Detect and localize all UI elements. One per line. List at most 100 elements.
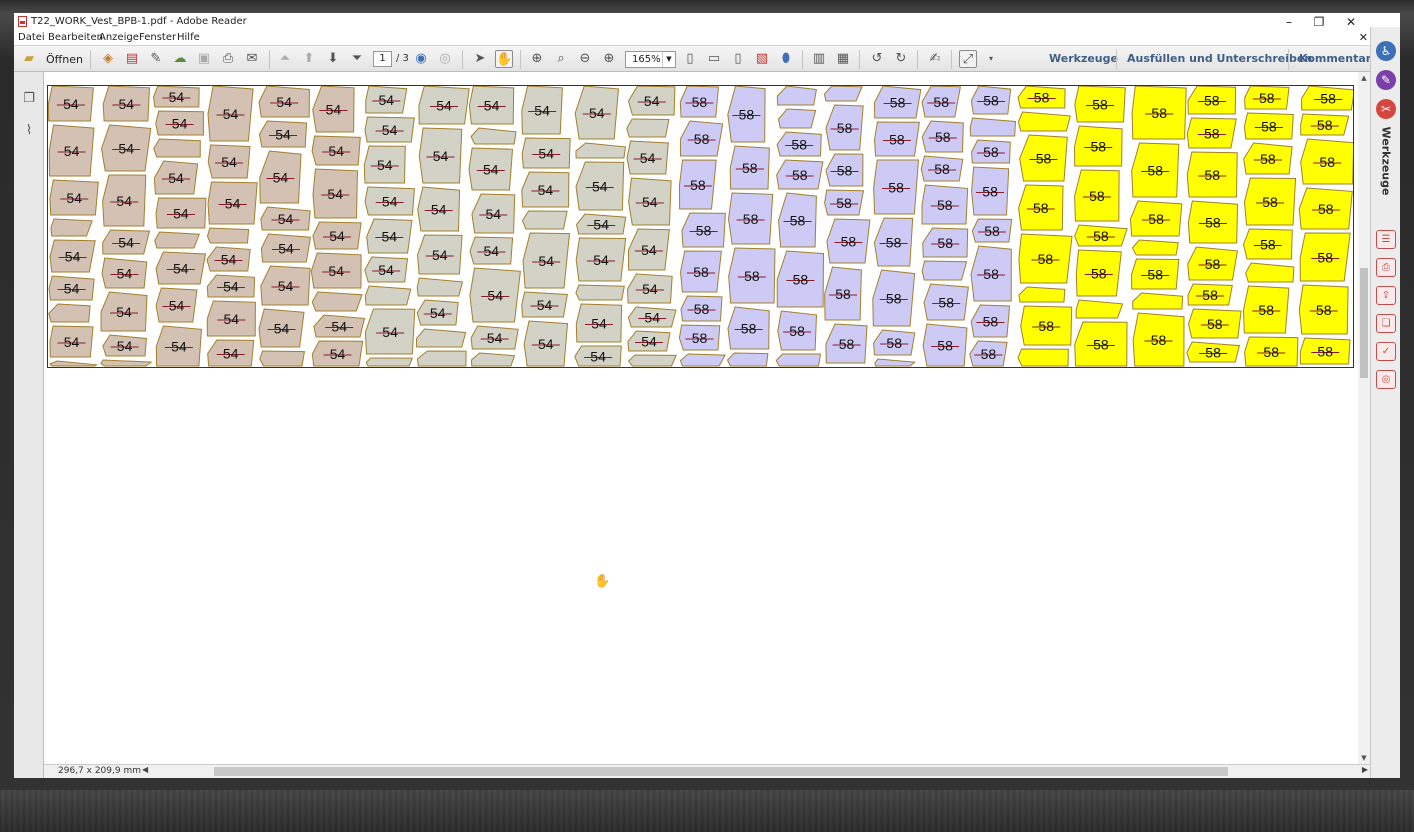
- size-label: 54: [487, 288, 503, 304]
- first-page-icon[interactable]: ⏶: [276, 50, 294, 68]
- dynamic-zoom-icon[interactable]: ⌕: [552, 50, 570, 68]
- size-label: 58: [933, 94, 949, 110]
- menu-fenster[interactable]: Fenster: [139, 32, 176, 43]
- toolbar-separator: [462, 50, 463, 69]
- minimize-icon[interactable]: –: [1274, 14, 1304, 30]
- size-54-piece: [470, 352, 516, 367]
- size-label: 58: [1205, 215, 1221, 231]
- size-label: 58: [793, 272, 809, 288]
- size-label: 54: [171, 339, 187, 355]
- print-icon[interactable]: ⎙: [219, 50, 237, 68]
- single-page-icon[interactable]: ▥: [810, 50, 828, 68]
- full-screen-icon[interactable]: ⤢: [959, 50, 977, 68]
- size-label: 54: [116, 304, 132, 320]
- email-icon[interactable]: ✉: [243, 50, 261, 68]
- scroll-right-icon[interactable]: ▶: [1362, 765, 1368, 774]
- last-page-icon[interactable]: ⏷: [348, 50, 366, 68]
- tool-pages-icon[interactable]: ☰: [1376, 230, 1396, 249]
- size-54-piece: [50, 218, 93, 237]
- fit-page-icon[interactable]: ▯: [729, 50, 747, 68]
- size-label: 58: [693, 264, 709, 280]
- vertical-scroll-thumb[interactable]: [1360, 268, 1368, 378]
- size-label: 58: [1091, 266, 1107, 282]
- sign-document-icon[interactable]: ✍: [926, 50, 944, 68]
- scrolling-mode-icon[interactable]: ▦: [834, 50, 852, 68]
- size-label: 54: [538, 253, 554, 269]
- size-label: 54: [275, 127, 291, 143]
- tool-print-icon[interactable]: ⎙: [1376, 258, 1396, 277]
- rotate-page-icon[interactable]: ▧: [753, 50, 771, 68]
- size-label: 58: [792, 167, 808, 183]
- size-label: 58: [1091, 139, 1107, 155]
- previous-page-icon[interactable]: ⬆: [300, 50, 318, 68]
- page-thumbnails-icon[interactable]: ❐: [20, 90, 38, 108]
- attachments-icon[interactable]: ⌇: [20, 122, 38, 140]
- zoom-level-select[interactable]: 165% ▼: [625, 51, 676, 68]
- size-label: 58: [743, 211, 759, 227]
- scroll-down-icon[interactable]: ▼: [1358, 752, 1370, 764]
- document-view[interactable]: 54 54 54 54 54 54 54 54 54 54 54 54 54 54 54 54 54 54 54 54…: [44, 72, 1358, 764]
- rotate-counterclockwise-icon[interactable]: ↺: [868, 50, 886, 68]
- read-mode-icon[interactable]: ⬮: [777, 50, 795, 68]
- actual-size-icon[interactable]: ▯: [681, 50, 699, 68]
- hand-tool-icon[interactable]: ✋: [495, 50, 513, 68]
- size-label: 58: [739, 107, 755, 123]
- size-label: 58: [1258, 302, 1274, 318]
- close-icon[interactable]: ✕: [1336, 14, 1366, 30]
- open-button[interactable]: Öffnen: [46, 53, 83, 66]
- restore-icon[interactable]: ❐: [1304, 14, 1334, 30]
- scroll-left-icon[interactable]: ◀: [142, 765, 148, 774]
- accessibility-icon[interactable]: ♿: [1376, 41, 1396, 61]
- toolbar-separator: [269, 50, 270, 69]
- select-cursor-icon[interactable]: ➤: [471, 50, 489, 68]
- size-label: 58: [1204, 126, 1220, 142]
- kommentar-link[interactable]: Kommentar: [1299, 52, 1371, 65]
- size-label: 54: [382, 122, 398, 138]
- zoom-out-icon[interactable]: ⊖: [576, 50, 594, 68]
- size-54-piece: [206, 227, 250, 244]
- tools-panel-icon[interactable]: ✂: [1376, 99, 1396, 119]
- main-toolbar: ▰ Öffnen ◈ ▤ ✎ ☁ ▣ ⎙ ✉ ⏶ ⬆ ⬇ ⏷ 1 / 3 ◉ ◎…: [14, 45, 1371, 72]
- upload-cloud-icon[interactable]: ☁: [171, 50, 189, 68]
- save-icon[interactable]: ▣: [195, 50, 213, 68]
- menu-bearbeiten[interactable]: Bearbeiten: [48, 32, 103, 43]
- size-54-piece: [153, 138, 201, 158]
- tool-protect-icon[interactable]: ✓: [1376, 342, 1396, 361]
- size-label: 58: [982, 184, 998, 200]
- tool-export-icon[interactable]: ⇪: [1376, 286, 1396, 305]
- tool-search-icon[interactable]: ◎: [1376, 370, 1396, 389]
- rotate-clockwise-icon[interactable]: ↻: [892, 50, 910, 68]
- fill-sign-link[interactable]: Ausfüllen und Unterschreiben: [1127, 52, 1312, 65]
- horizontal-scrollbar[interactable]: ◀ ▶: [140, 765, 1370, 778]
- size-54-piece: [521, 210, 568, 230]
- size-58-piece: [679, 353, 726, 367]
- scroll-up-icon[interactable]: ▲: [1358, 72, 1370, 84]
- open-folder-icon[interactable]: ▰: [20, 50, 38, 68]
- size-label: 58: [886, 235, 902, 251]
- previous-view-icon[interactable]: ◉: [412, 50, 430, 68]
- toolbar-overflow-icon[interactable]: ▾: [982, 50, 1000, 68]
- next-page-icon[interactable]: ⬇: [324, 50, 342, 68]
- werkzeuge-panel-tab[interactable]: Werkzeuge: [1377, 127, 1395, 196]
- chevron-down-icon[interactable]: ▼: [662, 52, 675, 67]
- werkzeuge-link[interactable]: Werkzeuge: [1049, 52, 1118, 65]
- tool-read-icon[interactable]: ❏: [1376, 314, 1396, 333]
- menu-datei[interactable]: Datei: [18, 32, 45, 43]
- create-pdf-icon[interactable]: ◈: [99, 50, 117, 68]
- size-54-piece: [575, 284, 625, 301]
- combine-files-icon[interactable]: ▤: [123, 50, 141, 68]
- zoom-in-icon[interactable]: ⊕: [600, 50, 618, 68]
- fit-width-icon[interactable]: ▭: [705, 50, 723, 68]
- next-view-icon[interactable]: ◎: [436, 50, 454, 68]
- size-label: 58: [692, 330, 708, 346]
- menu-hilfe[interactable]: Hilfe: [177, 32, 200, 43]
- document-close-icon[interactable]: ✕: [1359, 31, 1368, 44]
- size-54-piece: [311, 291, 363, 312]
- page-number-input[interactable]: 1: [373, 51, 392, 67]
- fill-sign-panel-icon[interactable]: ✎: [1376, 70, 1396, 90]
- edit-document-icon[interactable]: ✎: [147, 50, 165, 68]
- marquee-zoom-icon[interactable]: ⊕: [528, 50, 546, 68]
- menu-anzeige[interactable]: Anzeige: [99, 32, 139, 43]
- vertical-scrollbar[interactable]: ▲ ▼: [1358, 72, 1370, 764]
- horizontal-scroll-thumb[interactable]: [214, 767, 1228, 776]
